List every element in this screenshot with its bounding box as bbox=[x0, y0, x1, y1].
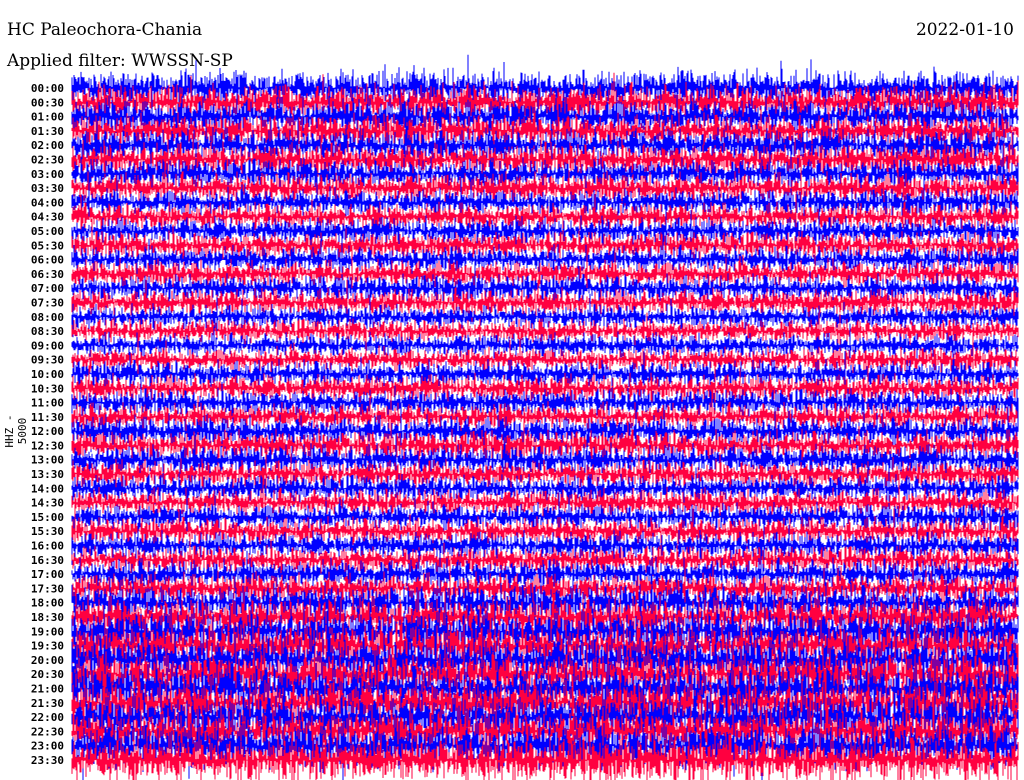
row-time-label: 16:30 bbox=[31, 554, 64, 567]
row-time-label: 02:30 bbox=[31, 154, 64, 167]
helicorder-plot: 00:0000:30 01:0001:3002:00 02:3003:0003:30… bbox=[31, 54, 1019, 780]
row-time-label: 18:00 bbox=[31, 597, 64, 610]
row-time-label: 10:00 bbox=[31, 368, 64, 381]
row-time-label: 06:30 bbox=[31, 268, 64, 281]
row-time-label: 21:30 bbox=[31, 697, 64, 710]
row-time-label: 16:00 bbox=[31, 540, 64, 553]
row-time-label: 17:30 bbox=[31, 582, 64, 595]
row-time-label: 12:00 bbox=[31, 425, 64, 438]
row-time-label: 19:00 bbox=[31, 625, 64, 638]
row-time-label: 23:30 bbox=[31, 754, 64, 767]
row-time-label: 20:00 bbox=[31, 654, 64, 667]
row-time-label: 17:00 bbox=[31, 568, 64, 581]
row-time-label: 13:00 bbox=[31, 454, 64, 467]
row-time-label: 02:00 bbox=[31, 139, 64, 152]
row-time-label: 05:00 bbox=[31, 225, 64, 238]
row-time-label: 04:30 bbox=[31, 211, 64, 224]
row-time-label: 01:30 bbox=[31, 125, 64, 138]
row-time-label: 08:00 bbox=[31, 311, 64, 324]
row-time-label: 03:30 bbox=[31, 182, 64, 195]
row-time-label: 22:30 bbox=[31, 725, 64, 738]
row-time-label: 21:00 bbox=[31, 683, 64, 696]
row-time-label: 12:30 bbox=[31, 439, 64, 452]
row-time-label: 19:30 bbox=[31, 640, 64, 653]
row-time-label: 01:00 bbox=[31, 111, 64, 124]
row-time-label: 03:00 bbox=[31, 168, 64, 181]
row-time-label: 15:30 bbox=[31, 525, 64, 538]
row-time-label: 00:30 bbox=[31, 96, 64, 109]
row-time-label: 22:00 bbox=[31, 711, 64, 724]
row-time-label: 20:30 bbox=[31, 668, 64, 681]
row-time-label: 13:30 bbox=[31, 468, 64, 481]
row-time-label: 10:30 bbox=[31, 382, 64, 395]
row-time-label: 04:00 bbox=[31, 196, 64, 209]
row-time-label: 05:30 bbox=[31, 239, 64, 252]
row-time-label: 06:00 bbox=[31, 254, 64, 267]
row-time-label: 11:30 bbox=[31, 411, 64, 424]
row-time-label: 09:30 bbox=[31, 354, 64, 367]
row-time-label: 15:00 bbox=[31, 511, 64, 524]
row-time-label: 07:00 bbox=[31, 282, 64, 295]
row-time-label: 14:00 bbox=[31, 482, 64, 495]
row-time-label: 00:00 bbox=[31, 82, 64, 95]
row-time-label: 09:00 bbox=[31, 339, 64, 352]
row-time-label: 23:00 bbox=[31, 740, 64, 753]
row-time-label: 07:30 bbox=[31, 297, 64, 310]
row-time-label: 14:30 bbox=[31, 497, 64, 510]
row-time-label: 18:30 bbox=[31, 611, 64, 624]
row-time-label: 11:00 bbox=[31, 397, 64, 410]
row-time-label: 08:30 bbox=[31, 325, 64, 338]
